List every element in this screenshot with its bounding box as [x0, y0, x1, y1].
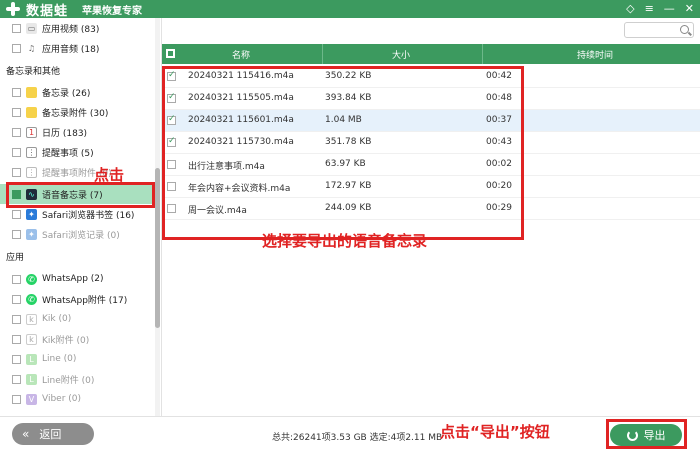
sidebar-item-label: Line附件 (0) — [42, 375, 95, 386]
select-all-checkbox[interactable] — [166, 49, 175, 58]
sidebar-item-label: WhatsApp附件 (17) — [42, 295, 128, 306]
section-apps-title: 应用 — [6, 253, 25, 263]
column-header-duration[interactable]: 持续时间 — [577, 48, 613, 61]
back-button-label: 返回 — [39, 428, 62, 441]
sidebar-item-app-audio[interactable]: ♫ 应用音频 (18) — [0, 38, 155, 58]
diamond-icon[interactable]: ◇ — [626, 2, 634, 16]
app-window: 数据蛙 苹果恢复专家 ◇ ≡ — ✕ ▭ 应用视频 (83) ♫ 应用音频 (1… — [0, 0, 700, 450]
sidebar-item-label: 应用音频 (18) — [42, 44, 100, 55]
video-icon: ▭ — [26, 22, 37, 34]
sidebar-item-label: 日历 (183) — [42, 128, 88, 139]
line-icon: L — [26, 353, 37, 365]
checkbox[interactable] — [12, 167, 21, 177]
search-icon[interactable] — [680, 25, 689, 34]
sidebar-item-notes[interactable]: 备忘录 (26) — [0, 82, 155, 102]
close-icon[interactable]: ✕ — [685, 2, 694, 16]
sidebar-item-label: 应用视频 (83) — [42, 24, 100, 35]
minimize-icon[interactable]: — — [664, 2, 675, 16]
annotation-click-label: 点击 — [94, 166, 125, 184]
category-sidebar: ▭ 应用视频 (83) ♫ 应用音频 (18) 备忘录和其他 备忘录 (26) … — [0, 18, 162, 416]
sidebar-item-label: 提醒事项 (5) — [42, 148, 94, 159]
checkbox[interactable] — [12, 147, 21, 157]
bottom-bar: « 返回 总共:26241项3.53 GB 选定:4项2.11 MB 点击“导出… — [0, 416, 700, 450]
whatsapp-attachment-icon: ✆ — [26, 293, 37, 305]
back-button[interactable]: « 返回 — [12, 423, 94, 445]
sidebar-item-calendar[interactable]: 1 日历 (183) — [0, 122, 155, 142]
sidebar-item-reminders-attachments[interactable]: ⋮ 提醒事项附件 (0) — [0, 162, 155, 182]
sidebar-item-line[interactable]: L Line (0) — [0, 349, 155, 369]
logo-icon — [6, 2, 20, 16]
sidebar-item-line-attachments[interactable]: L Line附件 (0) — [0, 369, 155, 389]
sidebar-item-label: Safari浏览器书签 (16) — [42, 210, 135, 221]
annotation-select-label: 选择要导出的语音备忘录 — [262, 232, 428, 250]
checkbox[interactable] — [12, 294, 21, 304]
sidebar-item-kik[interactable]: k Kik (0) — [0, 309, 155, 329]
reminders-icon: ⋮ — [26, 146, 37, 158]
sidebar-item-label: Line (0) — [42, 354, 77, 364]
sidebar-item-app-video[interactable]: ▭ 应用视频 (83) — [0, 18, 155, 38]
checkbox[interactable] — [12, 274, 21, 284]
app-subtitle: 苹果恢复专家 — [82, 5, 143, 17]
sidebar-item-label: Kik (0) — [42, 314, 72, 324]
annotation-highlight-files — [162, 66, 524, 240]
checkbox[interactable] — [12, 209, 21, 219]
sidebar-item-whatsapp[interactable]: ✆ WhatsApp (2) — [0, 269, 155, 289]
section-memo-title: 备忘录和其他 — [6, 67, 61, 77]
sidebar-item-label: Viber (0) — [42, 394, 82, 404]
sidebar-item-label: 备忘录 (26) — [42, 88, 91, 99]
annotation-export-label: 点击“导出”按钮 — [440, 423, 550, 441]
annotation-highlight-export — [606, 419, 687, 449]
annotation-highlight-voice-memos — [6, 182, 155, 208]
notes-attachment-icon — [26, 106, 37, 118]
column-divider — [482, 44, 483, 64]
kik-icon: k — [26, 313, 37, 325]
column-header-size[interactable]: 大小 — [392, 48, 410, 61]
checkbox[interactable] — [12, 87, 21, 97]
viber-icon: V — [26, 393, 37, 405]
reminders-attachment-icon: ⋮ — [26, 166, 37, 178]
app-name: 数据蛙 — [26, 3, 69, 19]
checkbox[interactable] — [12, 314, 21, 324]
checkbox[interactable] — [12, 23, 21, 33]
checkbox[interactable] — [12, 107, 21, 117]
checkbox[interactable] — [12, 394, 21, 404]
list-toolbar — [162, 18, 700, 44]
sidebar-item-label: WhatsApp (2) — [42, 274, 104, 284]
safari-history-icon: ✦ — [26, 228, 37, 240]
column-divider — [322, 44, 323, 64]
checkbox[interactable] — [12, 43, 21, 53]
search-input[interactable] — [624, 22, 694, 38]
title-bar: 数据蛙 苹果恢复专家 ◇ ≡ — ✕ — [0, 0, 700, 19]
sidebar-item-notes-attachments[interactable]: 备忘录附件 (30) — [0, 102, 155, 122]
checkbox[interactable] — [12, 334, 21, 344]
line-attachment-icon: L — [26, 373, 37, 385]
sidebar-item-label: Kik附件 (0) — [42, 335, 90, 346]
sidebar-item-label: 备忘录附件 (30) — [42, 108, 109, 119]
sidebar-item-safari-history[interactable]: ✦ Safari浏览记录 (0) — [0, 224, 155, 244]
title-controls: ◇ ≡ — ✕ — [626, 2, 694, 16]
calendar-icon: 1 — [26, 126, 37, 138]
file-list-panel: 名称 大小 持续时间 20240321 115416.m4a 350.22 KB… — [162, 18, 700, 416]
safari-icon: ✦ — [26, 208, 37, 220]
sidebar-item-viber[interactable]: V Viber (0) — [0, 389, 155, 409]
notes-icon — [26, 86, 37, 98]
column-header-name[interactable]: 名称 — [232, 48, 250, 61]
checkbox[interactable] — [12, 229, 21, 239]
table-header: 名称 大小 持续时间 — [162, 44, 700, 64]
sidebar-item-label: Safari浏览记录 (0) — [42, 230, 120, 241]
whatsapp-icon: ✆ — [26, 273, 37, 285]
selection-stats: 总共:26241项3.53 GB 选定:4项2.11 MB — [272, 433, 443, 443]
menu-icon[interactable]: ≡ — [645, 2, 654, 16]
double-chevron-left-icon: « — [22, 427, 30, 441]
sidebar-item-whatsapp-attachments[interactable]: ✆ WhatsApp附件 (17) — [0, 289, 155, 309]
checkbox[interactable] — [12, 374, 21, 384]
sidebar-scrollbar[interactable] — [155, 18, 160, 416]
music-icon: ♫ — [27, 43, 36, 53]
checkbox[interactable] — [12, 127, 21, 137]
kik-attachment-icon: k — [26, 333, 37, 345]
scrollbar-thumb[interactable] — [155, 168, 160, 328]
sidebar-item-reminders[interactable]: ⋮ 提醒事项 (5) — [0, 142, 155, 162]
sidebar-item-kik-attachments[interactable]: k Kik附件 (0) — [0, 329, 155, 349]
checkbox[interactable] — [12, 354, 21, 364]
